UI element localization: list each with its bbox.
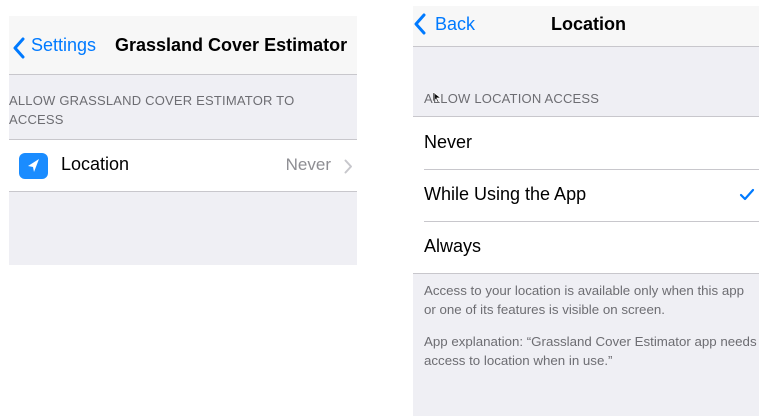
back-button[interactable]: Back	[435, 14, 475, 35]
navigation-bar: Back Location	[413, 6, 759, 47]
app-settings-screen: Settings Grassland Cover Estimator ALLOW…	[9, 16, 357, 265]
back-chevron-icon[interactable]	[413, 13, 427, 35]
navigation-bar: Settings Grassland Cover Estimator	[9, 16, 357, 75]
page-title: Location	[551, 14, 626, 34]
section-footer: Access to your location is available onl…	[424, 282, 759, 384]
location-row[interactable]: Location Never	[9, 139, 357, 192]
location-options-list: Never While Using the App Always	[413, 116, 759, 274]
checkmark-icon	[739, 188, 755, 201]
location-permission-screen: Back Location ALLOW LOCATION ACCESS Neve…	[413, 6, 759, 416]
back-button-settings[interactable]: Settings	[31, 35, 96, 56]
option-label: Never	[424, 132, 473, 152]
option-always[interactable]: Always	[413, 221, 759, 273]
location-icon-badge	[19, 153, 48, 179]
section-header-text: ALLOW GRASSLAND COVER ESTIMATOR TO ACCES…	[9, 93, 295, 127]
footer-app-explanation: App explanation: “Grassland Cover Estima…	[424, 334, 757, 368]
option-label: While Using the App	[424, 184, 587, 204]
page-title: Grassland Cover Estimator	[115, 35, 348, 55]
location-value: Never	[285, 155, 331, 174]
option-label: Always	[424, 236, 482, 256]
option-never[interactable]: Never	[413, 117, 759, 169]
location-label: Location	[61, 154, 130, 174]
back-chevron-icon[interactable]	[12, 37, 26, 59]
location-arrow-icon	[28, 159, 39, 172]
footer-description: Access to your location is available onl…	[424, 283, 745, 317]
section-header: ALLOW LOCATION ACCESS	[424, 91, 600, 106]
chevron-right-icon	[344, 159, 352, 174]
option-while-using[interactable]: While Using the App	[413, 169, 759, 221]
section-header: ALLOW GRASSLAND COVER ESTIMATOR TO ACCES…	[9, 91, 339, 129]
